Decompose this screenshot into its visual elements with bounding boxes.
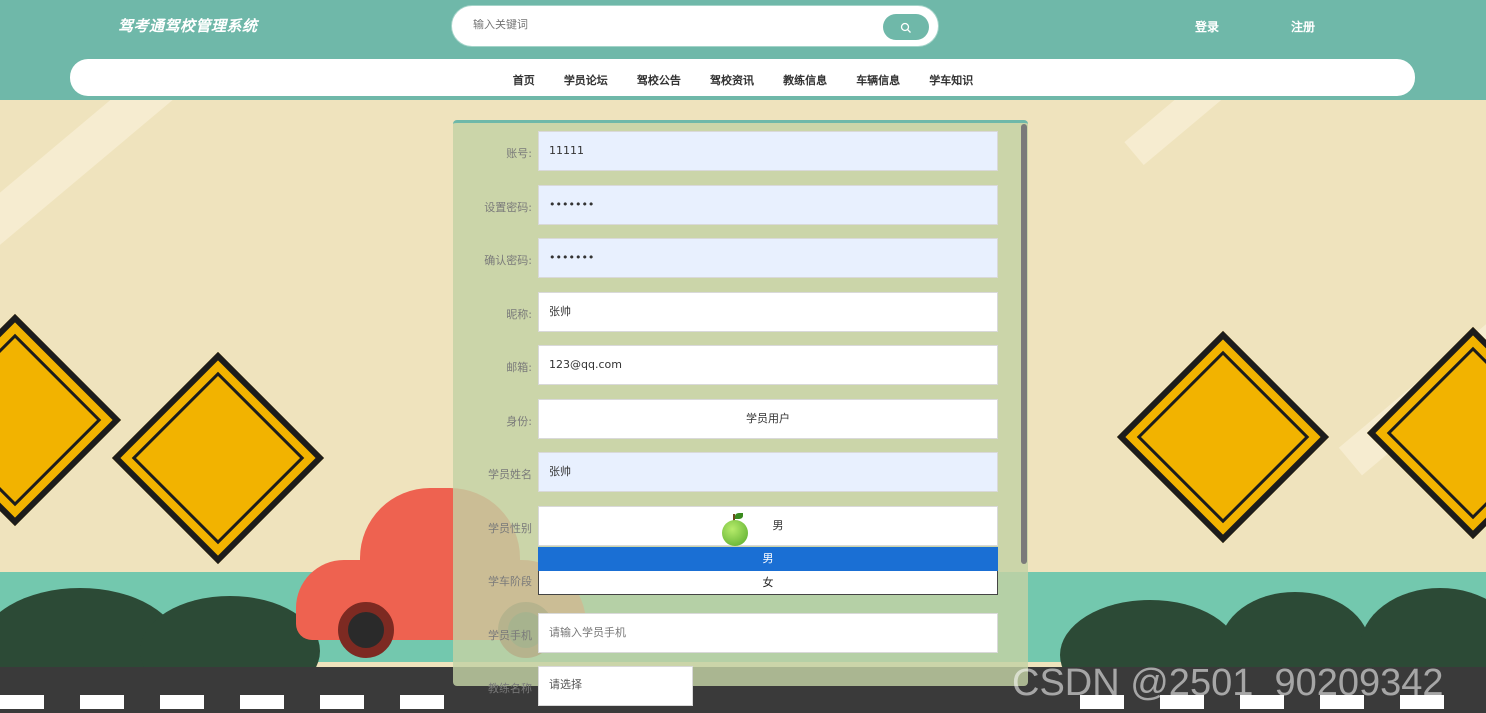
confirm-password-input[interactable]: ••••••• xyxy=(538,238,998,278)
road-marking xyxy=(80,695,124,709)
road-marking xyxy=(320,695,364,709)
role-select[interactable]: 学员用户 xyxy=(538,399,998,439)
road-marking xyxy=(160,695,204,709)
main-nav: 首页 学员论坛 驾校公告 驾校资讯 教练信息 车辆信息 学车知识 xyxy=(0,69,1486,88)
register-link[interactable]: 注册 xyxy=(1291,18,1315,35)
road-marking xyxy=(240,695,284,709)
nav-knowledge[interactable]: 学车知识 xyxy=(929,72,973,88)
account-label: 账号: xyxy=(506,147,532,160)
stage-label: 学车阶段 xyxy=(488,575,532,588)
nav-forum[interactable]: 学员论坛 xyxy=(564,72,608,88)
nickname-input[interactable]: 张帅 xyxy=(538,292,998,332)
nickname-label: 昵称: xyxy=(506,308,532,321)
coach-label: 教练名称 xyxy=(488,682,532,695)
gender-selected-value: 男 xyxy=(772,519,784,532)
password-input[interactable]: ••••••• xyxy=(538,185,998,225)
student-name-label: 学员姓名 xyxy=(488,468,532,481)
nav-coach[interactable]: 教练信息 xyxy=(783,72,827,88)
light-stripe xyxy=(1124,100,1236,166)
site-logo[interactable]: 驾考通驾校管理系统 xyxy=(118,15,258,36)
gender-option-male[interactable]: 男 xyxy=(538,547,998,571)
student-name-input[interactable]: 张帅 xyxy=(538,452,998,492)
gender-option-female[interactable]: 女 xyxy=(538,571,998,595)
phone-label: 学员手机 xyxy=(488,629,532,642)
gender-select[interactable]: 男 xyxy=(538,506,998,546)
search-input[interactable] xyxy=(473,19,853,31)
email-input[interactable]: 123@qq.com xyxy=(538,345,998,385)
search-box xyxy=(452,6,938,46)
gender-label: 学员性别 xyxy=(488,522,532,535)
light-stripe xyxy=(0,100,198,272)
apple-icon xyxy=(722,520,748,546)
road-marking xyxy=(0,695,44,709)
nav-vehicle[interactable]: 车辆信息 xyxy=(856,72,900,88)
road-marking xyxy=(400,695,444,709)
form-scrollbar[interactable] xyxy=(1021,124,1027,564)
nav-notice[interactable]: 驾校公告 xyxy=(637,72,681,88)
search-button[interactable] xyxy=(883,14,929,40)
phone-input[interactable]: 请输入学员手机 xyxy=(538,613,998,653)
login-link[interactable]: 登录 xyxy=(1195,18,1219,35)
email-label: 邮箱: xyxy=(506,361,532,374)
nav-news[interactable]: 驾校资讯 xyxy=(710,72,754,88)
car-wheel xyxy=(338,602,394,658)
watermark: CSDN @2501_90209342 xyxy=(1012,662,1444,704)
account-input[interactable]: 11111 xyxy=(538,131,998,171)
top-bar: 驾考通驾校管理系统 登录 注册 xyxy=(0,0,1486,56)
apple-icon xyxy=(735,513,743,519)
nav-home[interactable]: 首页 xyxy=(513,72,535,88)
search-icon xyxy=(900,22,911,33)
coach-select[interactable]: 请选择 xyxy=(538,666,693,706)
confirm-password-label: 确认密码: xyxy=(484,254,532,267)
password-label: 设置密码: xyxy=(484,201,532,214)
role-label: 身份: xyxy=(506,415,532,428)
